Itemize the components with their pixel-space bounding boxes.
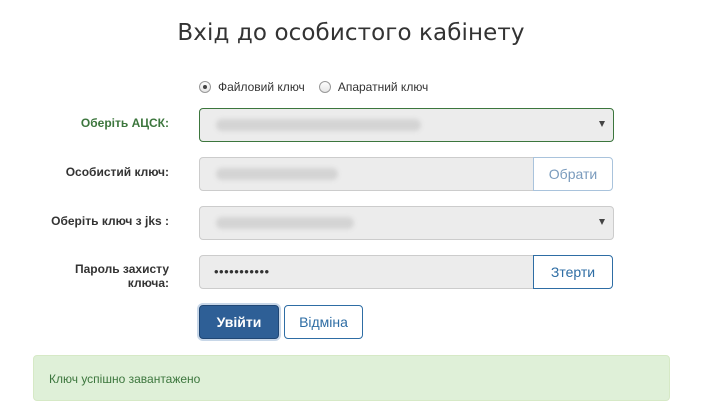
private-key-path-input[interactable] [199, 157, 534, 191]
choose-key-button[interactable]: Обрати [533, 157, 613, 191]
radio-checked-icon[interactable] [199, 81, 211, 93]
password-label-line1: Пароль захисту [74, 262, 169, 276]
radio-file-key-label: Файловий ключ [218, 80, 305, 94]
private-key-path-value [216, 168, 338, 180]
key-type-selector: Файловий ключ Апаратний ключ [199, 78, 442, 96]
caret-down-icon [599, 121, 605, 127]
jks-label: Оберіть ключ з jks : [51, 214, 169, 228]
caret-down-icon [599, 219, 605, 225]
private-key-label: Особистий ключ: [65, 165, 169, 179]
login-button[interactable]: Увійти [199, 305, 279, 339]
radio-unchecked-icon[interactable] [318, 81, 331, 93]
acsk-select[interactable] [199, 108, 614, 142]
acsk-selected-value [216, 119, 421, 131]
jks-selected-value [216, 217, 354, 229]
jks-key-select[interactable] [199, 206, 614, 240]
radio-file-key[interactable]: Файловий ключ [199, 80, 305, 94]
cancel-button[interactable]: Відміна [284, 305, 363, 339]
page-title: Вхід до особистого кабінету [177, 20, 525, 46]
password-input[interactable]: ••••••••••• [199, 255, 534, 289]
success-message: Ключ успішно завантажено [49, 372, 201, 386]
login-page: Вхід до особистого кабінету Файловий клю… [0, 0, 702, 417]
clear-password-button[interactable]: Зтерти [533, 255, 613, 289]
radio-hardware-key[interactable]: Апаратний ключ [318, 80, 429, 94]
radio-hardware-key-label: Апаратний ключ [337, 80, 429, 94]
password-label: Пароль захисту ключа: [75, 262, 169, 290]
password-value: ••••••••••• [214, 264, 270, 279]
acsk-label: Оберіть АЦСК: [80, 116, 169, 130]
success-alert: Ключ успішно завантажено [33, 355, 670, 401]
password-label-line2: ключа: [127, 276, 169, 290]
